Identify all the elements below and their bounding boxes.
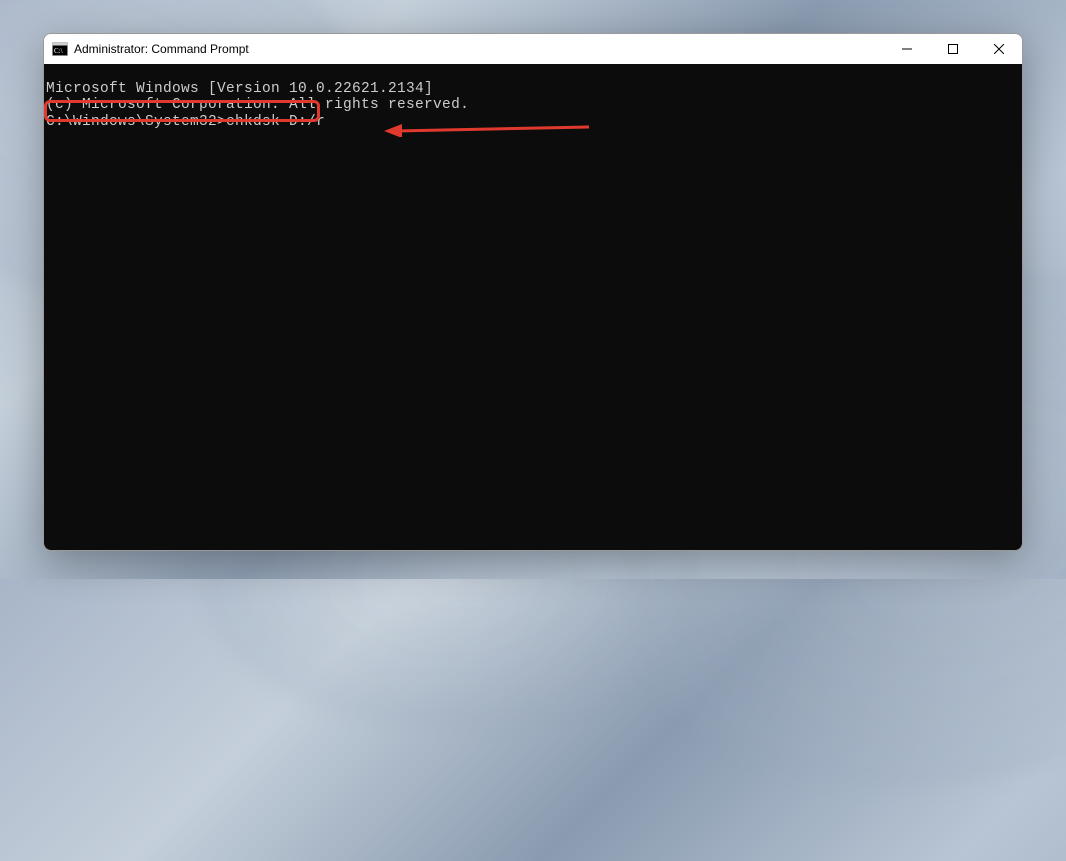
window-title: Administrator: Command Prompt [74, 42, 884, 56]
svg-text:C:\: C:\ [54, 47, 63, 55]
typed-command: chkdsk D:/r [226, 114, 325, 130]
command-prompt-window: C:\ Administrator: Command Prompt Micros… [43, 33, 1023, 551]
terminal-prompt-line: C:\Windows\System32>chkdsk D:/r [46, 114, 1020, 130]
close-button[interactable] [976, 34, 1022, 64]
cmd-icon: C:\ [52, 41, 68, 57]
terminal-body[interactable]: Microsoft Windows [Version 10.0.22621.21… [44, 64, 1022, 550]
terminal-line: (c) Microsoft Corporation. All rights re… [46, 97, 1020, 113]
titlebar[interactable]: C:\ Administrator: Command Prompt [44, 34, 1022, 64]
maximize-button[interactable] [930, 34, 976, 64]
prompt-path: C:\Windows\System32> [46, 114, 226, 130]
minimize-button[interactable] [884, 34, 930, 64]
terminal-line: Microsoft Windows [Version 10.0.22621.21… [46, 81, 1020, 97]
